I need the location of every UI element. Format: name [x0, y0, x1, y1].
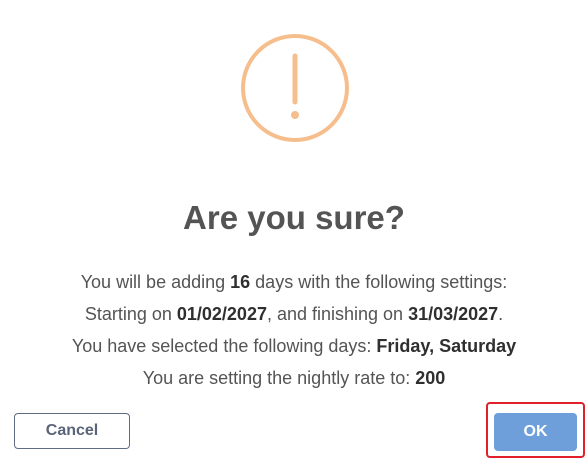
dialog-title: Are you sure? [183, 199, 405, 236]
start-date: 01/02/2027 [176, 304, 267, 324]
line4-prefix: You are setting the nightly rate to: [142, 368, 416, 388]
line1-prefix: You will be adding [80, 272, 231, 292]
nightly-rate: 200 [415, 368, 446, 388]
line3-prefix: You have selected the following days: [71, 336, 377, 356]
line1-suffix: days with the following settings: [250, 272, 508, 292]
line2-prefix: Starting on [84, 304, 177, 324]
cancel-button[interactable]: Cancel [14, 413, 130, 449]
end-date: 31/03/2027 [408, 304, 499, 324]
dialog-message: You will be adding 16 days with the foll… [0, 266, 588, 394]
message-line-days: You will be adding 16 days with the foll… [0, 266, 588, 298]
ok-button[interactable]: OK [494, 413, 577, 451]
message-line-weekdays: You have selected the following days: Fr… [0, 330, 588, 362]
message-line-dates: Starting on 01/02/2027, and finishing on… [0, 298, 588, 330]
days-count: 16 [230, 272, 251, 292]
line2-middle: , and finishing on [266, 304, 409, 324]
confirmation-dialog: Are you sure? You will be adding 16 days… [0, 0, 588, 462]
exclamation-circle-icon [241, 34, 349, 142]
selected-days: Friday, Saturday [376, 336, 517, 356]
message-line-rate: You are setting the nightly rate to: 200 [0, 362, 588, 394]
line2-suffix: . [498, 304, 504, 324]
